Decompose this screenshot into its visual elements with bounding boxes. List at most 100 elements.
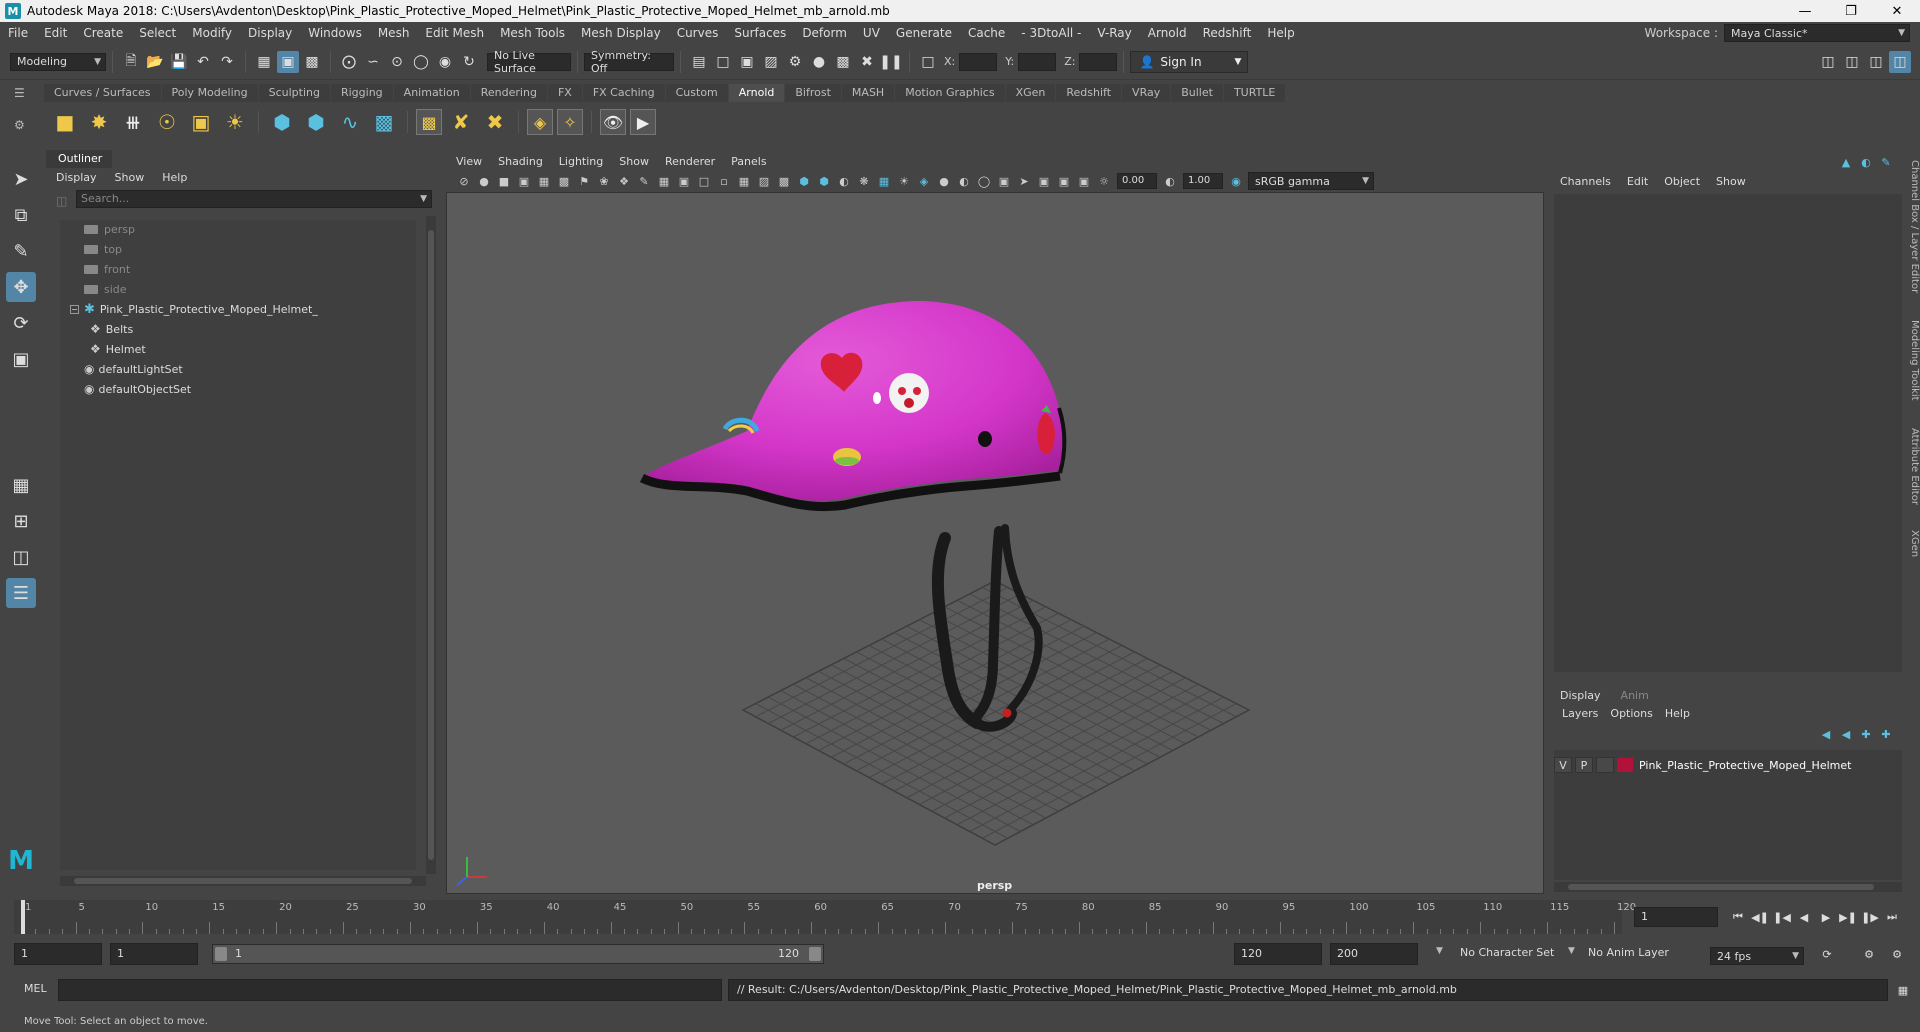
viewport-menu-shading[interactable]: Shading [498, 155, 543, 168]
menu-uv[interactable]: UV [855, 22, 888, 44]
menu-display[interactable]: Display [240, 22, 300, 44]
color-management-icon[interactable]: ◉ [1228, 173, 1244, 189]
chevron-down-icon[interactable]: ▼ [1568, 946, 1575, 956]
new-layer-icon[interactable]: ✚ [1858, 726, 1874, 742]
four-view-icon[interactable]: ⊞ [6, 506, 36, 536]
shelf-tab-fx-caching[interactable]: FX Caching [582, 84, 665, 102]
textured-icon[interactable]: ▨ [756, 173, 772, 189]
snap-grid-icon[interactable]: ⨀ [338, 51, 360, 73]
auto-key-icon[interactable]: ⚙ [1859, 944, 1879, 964]
snap-live-icon[interactable]: ↻ [458, 51, 480, 73]
playback-end-field[interactable]: 120 [1234, 943, 1322, 965]
scroll-thumb[interactable] [428, 230, 434, 860]
save-scene-icon[interactable]: 💾 [168, 51, 190, 73]
perspective-viewport[interactable]: persp [446, 192, 1544, 894]
menu-redshift[interactable]: Redshift [1195, 22, 1260, 44]
anim-layer-value[interactable]: No Anim Layer [1588, 946, 1669, 959]
move-layer-down-icon[interactable]: ◀ [1838, 726, 1854, 742]
outliner-item-front[interactable]: front [84, 260, 130, 278]
channel-show-menu[interactable]: Show [1716, 175, 1746, 188]
select-highlight-icon[interactable]: ➤ [1016, 173, 1032, 189]
volume-icon[interactable]: ▩ [369, 107, 399, 137]
transform-mode-icon[interactable]: □ [917, 51, 939, 73]
symmetry-dropdown[interactable]: Symmetry: Off [584, 49, 674, 75]
shelf-tab-animation[interactable]: Animation [393, 84, 470, 102]
render-frame-icon[interactable]: □ [712, 51, 734, 73]
scale-tool-icon[interactable]: ▣ [6, 344, 36, 374]
shelf-tab-motion-graphics[interactable]: Motion Graphics [895, 84, 1005, 102]
loop-icon[interactable]: ⟳ [1817, 944, 1837, 964]
menu-windows[interactable]: Windows [300, 22, 370, 44]
shelf-tab-fx[interactable]: FX [547, 84, 582, 102]
filter-icon[interactable]: ◫ [56, 194, 67, 208]
undo-icon[interactable]: ↶ [192, 51, 214, 73]
outliner-item-default-light-set[interactable]: ◉ defaultLightSet [84, 360, 183, 378]
playback-start-field[interactable]: 1 [110, 943, 198, 965]
menu-create[interactable]: Create [75, 22, 131, 44]
menu-file[interactable]: File [0, 22, 36, 44]
viewport-menu-renderer[interactable]: Renderer [665, 155, 715, 168]
shelf-menu-icon[interactable]: ☰ [14, 86, 36, 100]
script-editor-icon[interactable]: ▦ [1893, 980, 1913, 1000]
time-slider[interactable]: 1 5 10 15 20 25 30 35 40 45 50 55 60 65 70 75 80 85 90 95 10… [14, 900, 1636, 934]
render-setup-icon[interactable]: ▩ [832, 51, 854, 73]
tool-settings-icon[interactable]: ◫ [1865, 51, 1887, 73]
smooth-shade-icon[interactable]: □ [696, 173, 712, 189]
outliner-search-input[interactable]: Search... ▼ [76, 190, 432, 208]
edit-icon[interactable]: ✎ [1878, 154, 1894, 170]
area-light-icon[interactable]: ■ [50, 107, 80, 137]
xray-components-icon[interactable]: ❋ [856, 173, 872, 189]
layer-color-swatch[interactable] [1617, 758, 1633, 772]
layer-playback-toggle[interactable]: P [1575, 757, 1593, 773]
restore-button[interactable]: ❐ [1828, 0, 1874, 22]
channels-menu[interactable]: Channels [1560, 175, 1611, 188]
curve-collector-icon[interactable]: ∿ [335, 107, 365, 137]
minimize-button[interactable]: — [1782, 0, 1828, 22]
exposure-icon[interactable]: ☼ [1096, 173, 1112, 189]
pause-viewport-icon[interactable]: ❚❚ [879, 51, 902, 73]
shelf-tab-curves-surfaces[interactable]: Curves / Surfaces [44, 84, 161, 102]
shaded-icon[interactable]: ⬢ [796, 173, 812, 189]
outliner-item-default-object-set[interactable]: ◉ defaultObjectSet [84, 380, 191, 398]
lock-camera-icon[interactable]: ● [476, 173, 492, 189]
color-space-dropdown[interactable]: sRGB gamma ▼ [1248, 172, 1374, 190]
step-back-frame-icon[interactable]: ❚◀ [1772, 907, 1792, 927]
layer-row[interactable]: V P Pink_Plastic_Protective_Moped_Helmet [1554, 756, 1902, 774]
two-sided-lighting-icon[interactable]: ▣ [1076, 173, 1092, 189]
frame-selected-icon[interactable]: ▣ [1056, 173, 1072, 189]
menu-mesh-display[interactable]: Mesh Display [573, 22, 669, 44]
outliner-item-helmet-group[interactable]: − ✱ Pink_Plastic_Protective_Moped_Helmet… [70, 300, 318, 318]
history-icon[interactable]: ▤ [688, 51, 710, 73]
current-time-marker[interactable] [21, 900, 25, 934]
outliner-item-side[interactable]: side [84, 280, 127, 298]
menu-mesh-tools[interactable]: Mesh Tools [492, 22, 573, 44]
menu-edit[interactable]: Edit [36, 22, 75, 44]
menu-generate[interactable]: Generate [888, 22, 960, 44]
outliner-menu-show[interactable]: Show [115, 171, 145, 184]
ipr-render-icon[interactable]: ▨ [760, 51, 782, 73]
shelf-tab-rigging[interactable]: Rigging [330, 84, 393, 102]
menu-cache[interactable]: Cache [960, 22, 1013, 44]
snap-curve-icon[interactable]: ∽ [362, 51, 384, 73]
gamma-field[interactable]: 1.00 [1183, 173, 1223, 189]
render-settings-icon[interactable]: ⚙ [784, 51, 806, 73]
wireframe-on-shaded-icon[interactable]: ▦ [736, 173, 752, 189]
animation-end-field[interactable]: 200 [1330, 943, 1418, 965]
animation-preferences-icon[interactable]: ⚙ [1887, 944, 1907, 964]
exposure-field[interactable]: 0.00 [1117, 173, 1157, 189]
play-forwards-icon[interactable]: ▶ [1816, 907, 1836, 927]
viewport-menu-show[interactable]: Show [619, 155, 649, 168]
outliner-menu-display[interactable]: Display [56, 171, 97, 184]
layer-visibility-toggle[interactable]: V [1554, 757, 1572, 773]
command-input[interactable] [58, 979, 722, 1001]
gamma-icon[interactable]: ◐ [1162, 173, 1178, 189]
shelf-tab-mash[interactable]: MASH [841, 84, 895, 102]
step-forward-key-icon[interactable]: ❚▶ [1860, 907, 1880, 927]
y-field[interactable] [1018, 52, 1057, 71]
layer-display-type[interactable] [1596, 757, 1614, 773]
physical-sky-icon[interactable]: ☀ [220, 107, 250, 137]
flush-texture-icon[interactable]: ✘ [446, 107, 476, 137]
live-surface-field[interactable]: No Live Surface [487, 49, 571, 75]
chevron-down-icon[interactable]: ▼ [1436, 946, 1443, 956]
use-all-lights-icon[interactable]: ▩ [776, 173, 792, 189]
